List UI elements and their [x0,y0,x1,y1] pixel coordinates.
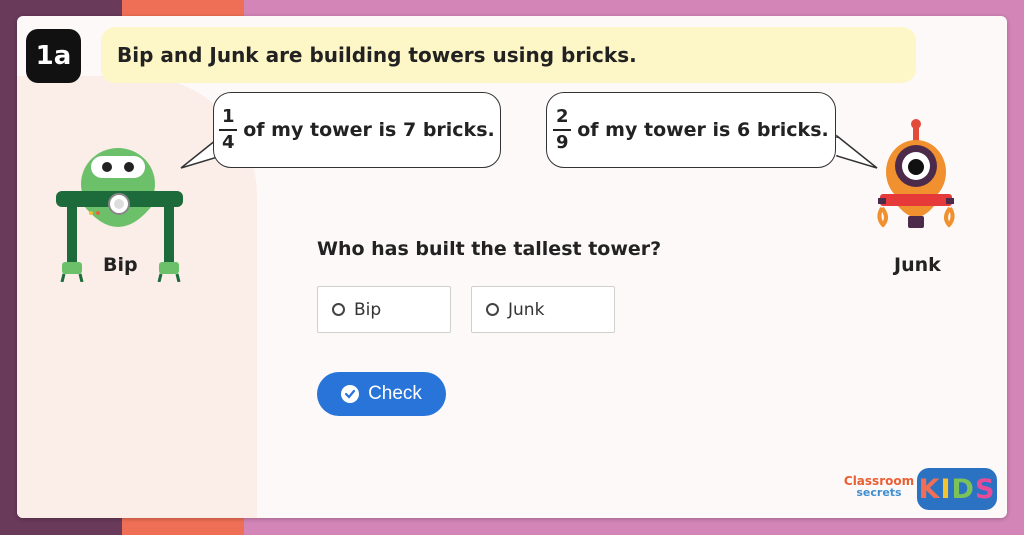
radio-circle-icon[interactable] [486,303,499,316]
question-card: 1a Bip and Junk are building towers usin… [17,16,1007,518]
junk-bubble-text: of my tower is 6 bricks. [577,119,829,141]
option-label: Bip [354,299,382,320]
logo-line-2: secrets [856,486,902,499]
kids-letter: D [951,473,975,505]
junk-fraction: 2 9 [553,106,572,153]
kids-letter: I [940,473,952,505]
question-prompt: Who has built the tallest tower? [317,238,662,260]
option-junk[interactable]: Junk [471,286,615,333]
junk-robot-illustration [877,119,955,228]
junk-fraction-numerator: 2 [555,106,569,127]
option-bip[interactable]: Bip [317,286,451,333]
bip-fraction-denominator: 4 [221,132,235,153]
bip-speech-bubble: 1 4 of my tower is 7 bricks. [213,92,501,168]
radio-circle-icon[interactable] [332,303,345,316]
question-number-badge: 1a [26,29,81,83]
check-button[interactable]: Check [317,372,446,416]
junk-fraction-denominator: 9 [555,132,569,153]
bip-bubble-text: of my tower is 7 bricks. [243,119,495,141]
option-label: Junk [508,299,545,320]
checkmark-icon [341,385,360,403]
junk-name-label: Junk [894,254,941,276]
kids-letter: S [974,473,996,505]
kids-letter: K [918,473,941,505]
bip-fraction-numerator: 1 [221,106,235,127]
question-title: Bip and Junk are building towers using b… [101,27,916,83]
junk-speech-bubble: 2 9 of my tower is 6 bricks. [546,92,836,168]
kids-logo: KIDS [917,468,997,510]
check-button-label: Check [368,383,422,404]
bip-fraction: 1 4 [219,106,238,153]
bip-name-label: Bip [103,254,138,276]
classroom-secrets-logo: Classroom secrets [843,475,915,503]
